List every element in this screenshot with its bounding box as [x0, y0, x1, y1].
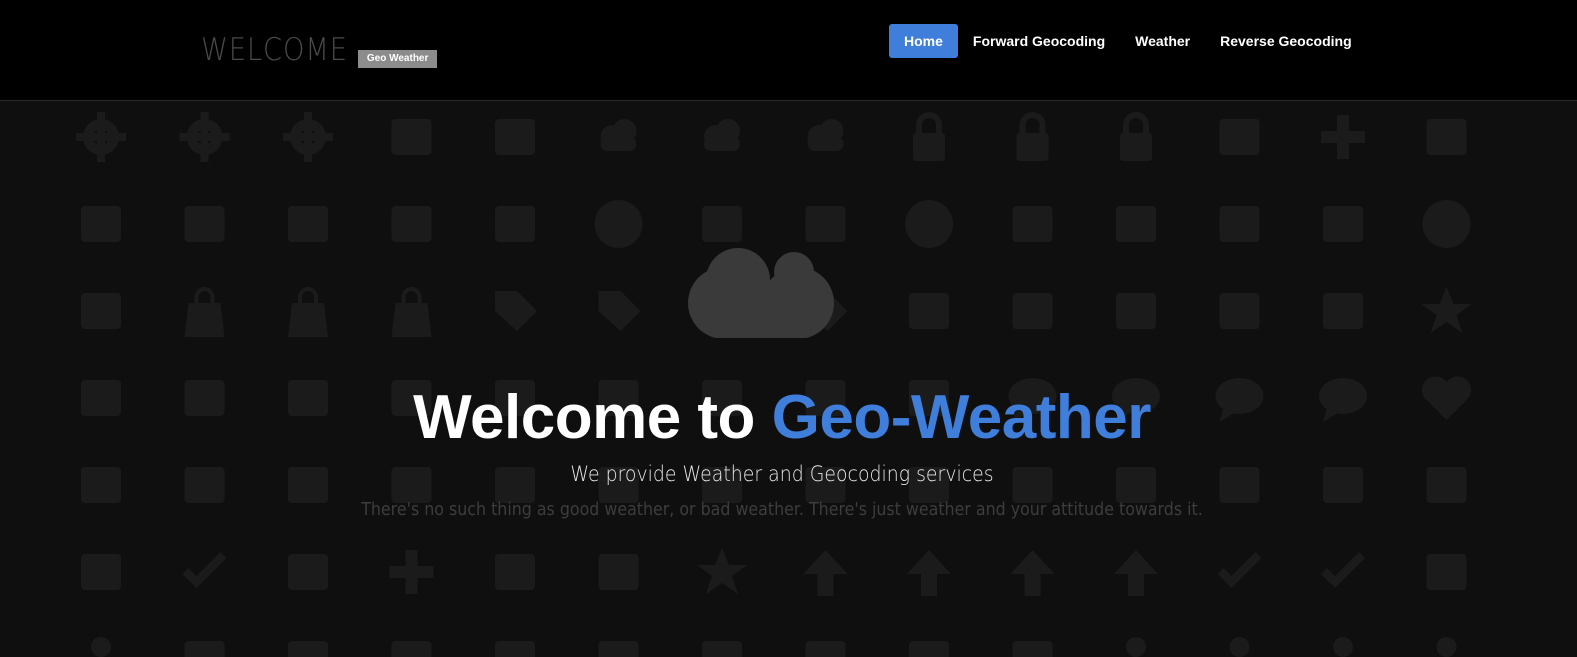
nav-weather[interactable]: Weather: [1120, 24, 1205, 58]
external-link-icon: [598, 554, 639, 590]
eye-icon: [1422, 200, 1471, 248]
list-icon: [391, 641, 432, 657]
twitter-icon: [495, 206, 535, 242]
unlock-icon: [1016, 112, 1049, 161]
checkbox-icon: [1321, 552, 1365, 588]
cloud-icon: [688, 248, 834, 338]
camera-icon: [905, 200, 953, 248]
cloud-upload-icon: [600, 119, 637, 151]
facebook-icon: [288, 206, 328, 242]
share-icon: [391, 206, 432, 242]
laptop-check-icon: [1217, 552, 1262, 588]
shopping-bag-icon: [184, 287, 225, 337]
users-icon: [1229, 637, 1250, 657]
flag-icon: [1323, 293, 1363, 329]
film-icon: [1012, 206, 1053, 242]
bookmark-icon: [81, 554, 121, 590]
arrow-left-icon: [1114, 550, 1158, 596]
lock-icon: [1120, 112, 1152, 161]
crop-icon: [702, 641, 742, 657]
arrow-right-icon: [1010, 550, 1055, 596]
video-camera-icon: [1116, 206, 1156, 242]
pill-icon: [1219, 119, 1260, 155]
vector-icon: [805, 641, 846, 657]
diamond-icon: [1421, 287, 1472, 333]
user-icon: [1126, 637, 1146, 657]
user-icon: [91, 637, 111, 657]
grid-icon: [495, 641, 535, 657]
arrow-down-icon: [803, 550, 848, 596]
thumbs-down-icon: [184, 206, 225, 242]
arrow-up-icon: [907, 550, 951, 596]
credit-card-icon: [1116, 293, 1156, 329]
tag-plus-icon: [598, 291, 641, 331]
minus-icon: [495, 554, 535, 590]
calendar-icon: [909, 641, 949, 657]
tv-icon: [1219, 206, 1260, 242]
hero-subtitle: We provide Weather and Geocoding service…: [570, 462, 994, 486]
nav-home[interactable]: Home: [889, 24, 958, 58]
cloud-download-icon: [704, 119, 740, 151]
gear-icon: [179, 112, 230, 162]
hero-section: Welcome to Geo-Weather We provide Weathe…: [0, 102, 1577, 657]
icon-pattern-background: [76, 112, 1472, 657]
star-icon: [697, 548, 747, 594]
gear-icon: [76, 112, 126, 162]
hero-title-prefix: Welcome to: [413, 383, 772, 452]
shopping-bag-icon: [288, 287, 328, 337]
thumbs-up-icon: [81, 206, 121, 242]
hero-title-accent: Geo-Weather: [771, 383, 1152, 452]
nav-forward-geocoding[interactable]: Forward Geocoding: [958, 24, 1120, 58]
credit-card-icon: [909, 293, 949, 329]
list-icon: [184, 641, 225, 657]
plus-icon: [389, 550, 434, 594]
hero-title: Welcome to Geo-Weather: [0, 382, 1564, 454]
user-icon: [1333, 637, 1353, 657]
warning-icon: [1426, 554, 1467, 590]
check-icon: [182, 552, 227, 588]
gear-icon: [283, 112, 333, 162]
main-nav: Home Forward Geocoding Weather Reverse G…: [889, 24, 1367, 58]
browser-window-icon: [1323, 206, 1363, 242]
dribbble-icon: [594, 200, 643, 248]
grid-icon: [598, 641, 639, 657]
flag-icon: [1219, 293, 1260, 329]
grid-icon: [288, 641, 328, 657]
cassette-icon: [495, 119, 535, 155]
basket-icon: [391, 287, 432, 337]
nav-reverse-geocoding[interactable]: Reverse Geocoding: [1205, 24, 1367, 58]
home-icon: [81, 293, 121, 329]
hero-quote: There's no such thing as good weather, o…: [361, 499, 1203, 520]
tag-minus-icon: [495, 291, 537, 331]
gamepad-icon: [391, 119, 432, 155]
dumbbell-icon: [1426, 119, 1467, 155]
brand-badge: Geo Weather: [357, 50, 438, 68]
user-icon: [1436, 637, 1457, 657]
cloud-icon: [807, 119, 844, 151]
brand[interactable]: WELCOME Geo Weather: [201, 30, 438, 70]
credit-card-icon: [1012, 293, 1053, 329]
site-header: WELCOME Geo Weather Home Forward Geocodi…: [0, 0, 1577, 101]
unlock-icon: [913, 112, 945, 161]
calendar-icon: [1012, 641, 1053, 657]
brand-title: WELCOME: [201, 32, 348, 68]
medkit-icon: [1321, 115, 1365, 159]
x-icon: [288, 554, 328, 590]
